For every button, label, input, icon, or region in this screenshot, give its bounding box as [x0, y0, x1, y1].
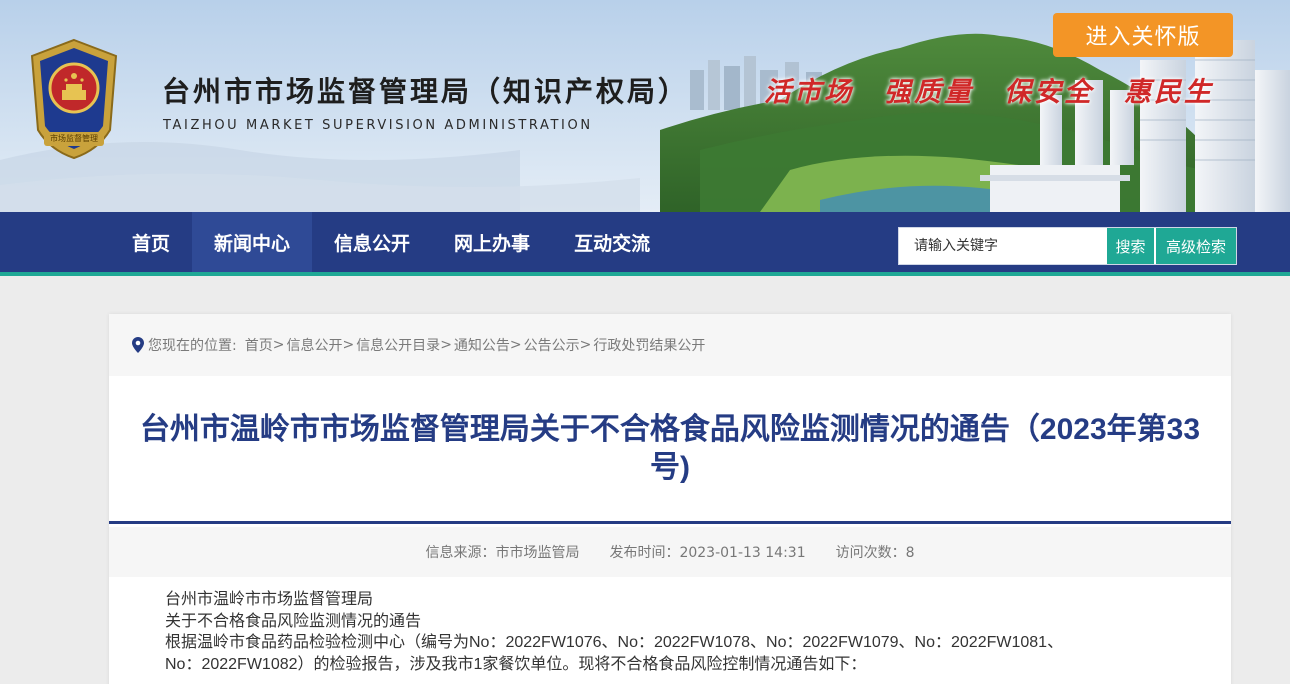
search-input[interactable]	[899, 228, 1106, 264]
breadcrumb: 您现在的位置: 首页 > 信息公开 > 信息公开目录 > 通知公告 > 公告公示…	[109, 314, 1231, 376]
nav-item-interaction[interactable]: 互动交流	[552, 212, 672, 272]
breadcrumb-separator: >	[579, 337, 592, 353]
breadcrumb-penalty-results[interactable]: 行政处罚结果公开	[593, 335, 705, 355]
slogan-group: 活市场 强质量 保安全 惠民生	[764, 70, 1214, 109]
main-nav: 首页 新闻中心 信息公开 网上办事 互动交流 搜索 高级检索	[0, 212, 1290, 276]
meta-visits: 访问次数：8	[835, 545, 915, 561]
location-pin-icon	[132, 337, 144, 353]
meta-source: 信息来源：市市场监管局	[425, 545, 580, 561]
meta-published: 发布时间：2023-01-13 14:31	[609, 545, 806, 561]
body-paragraph: 根据温岭市食品药品检验检测中心（编号为No：2022FW1076、No：2022…	[165, 634, 1064, 651]
breadcrumb-info-catalog[interactable]: 信息公开目录	[356, 335, 440, 355]
search-button[interactable]: 搜索	[1106, 228, 1154, 264]
site-subtitle: TAIZHOU MARKET SUPERVISION ADMINISTRATIO…	[163, 118, 593, 133]
slogan-2: 强质量	[884, 77, 974, 108]
breadcrumb-separator: >	[342, 337, 355, 353]
breadcrumb-announcements[interactable]: 公告公示	[524, 335, 580, 355]
article-title: 台州市温岭市市场监督管理局关于不合格食品风险监测情况的通告（2023年第33号)	[139, 412, 1201, 484]
advanced-search-button[interactable]: 高级检索	[1154, 228, 1236, 264]
nav-item-info[interactable]: 信息公开	[312, 212, 432, 272]
article-meta: 信息来源：市市场监管局 发布时间：2023-01-13 14:31 访问次数：8	[109, 527, 1231, 577]
breadcrumb-separator: >	[440, 337, 452, 353]
breadcrumb-separator: >	[272, 337, 285, 353]
header-banner: 市场监督管理 台州市市场监督管理局（知识产权局） TAIZHOU MARKET …	[0, 0, 1290, 212]
body-paragraph: 关于不合格食品风险监测情况的通告	[165, 612, 422, 630]
slogan-3: 保安全	[1004, 77, 1094, 108]
body-paragraph: No：2022FW1082）的检验报告，涉及我市1家餐饮单位。现将不合格食品风险…	[165, 655, 867, 673]
nav-item-news[interactable]: 新闻中心	[192, 212, 313, 272]
nav-items: 首页 新闻中心 信息公开 网上办事 互动交流	[110, 212, 672, 272]
article-body: 台州市温岭市市场监督管理局 关于不合格食品风险监测情况的通告 根据温岭市食品药品…	[165, 589, 1175, 675]
breadcrumb-home[interactable]: 首页	[245, 335, 273, 355]
slogan-4: 惠民生	[1124, 77, 1214, 108]
breadcrumb-separator: >	[509, 337, 522, 353]
nav-item-home[interactable]: 首页	[110, 212, 192, 272]
slogan-1: 活市场	[764, 77, 854, 108]
article-card: 您现在的位置: 首页 > 信息公开 > 信息公开目录 > 通知公告 > 公告公示…	[109, 314, 1231, 684]
care-version-button[interactable]: 进入关怀版	[1053, 13, 1233, 57]
breadcrumb-notices[interactable]: 通知公告	[454, 335, 510, 355]
search-box: 搜索 高级检索	[898, 227, 1237, 265]
emblem-label: 市场监督管理	[50, 134, 98, 143]
breadcrumb-prefix: 您现在的位置:	[148, 338, 237, 354]
body-paragraph: 台州市温岭市市场监督管理局	[165, 591, 374, 608]
site-title: 台州市市场监督管理局（知识产权局）	[162, 75, 690, 108]
article-title-area: 台州市温岭市市场监督管理局关于不合格食品风险监测情况的通告（2023年第33号)	[109, 376, 1231, 524]
nav-item-services[interactable]: 网上办事	[432, 212, 552, 272]
breadcrumb-info-public[interactable]: 信息公开	[286, 335, 342, 355]
